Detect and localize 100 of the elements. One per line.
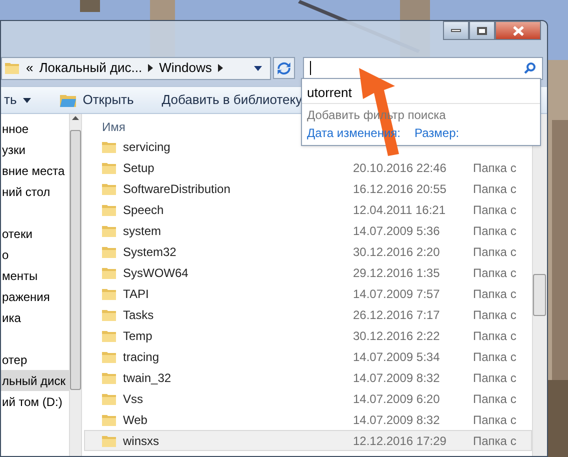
minimize-button[interactable] [443,21,469,40]
file-name[interactable]: SoftwareDistribution [123,182,230,196]
address-bar[interactable]: « Локальный дис... Windows [1,56,271,80]
file-row[interactable]: Tasks 26.12.2016 7:17 Папка с [84,304,532,325]
date-cell-text: 20.10.2016 22:46 [353,160,448,176]
date-cell-text: 12.12.2016 17:29 [353,432,448,450]
type-cell-text: Папка с [473,222,516,240]
file-row[interactable]: Speech 12.04.2011 16:21 Папка с [84,199,532,220]
date-cell-text: 12.04.2011 16:21 [353,202,447,218]
file-name[interactable]: Speech [123,202,164,216]
type-cell-text: Папка с [473,348,516,366]
file-name[interactable]: Web [123,412,148,426]
file-name[interactable]: servicing [123,140,170,154]
scroll-up-icon[interactable] [72,116,79,120]
sidebar-item[interactable]: ний стол [1,181,69,202]
date-cell-text: 14.07.2009 6:20 [353,390,441,408]
folder-icon [101,182,117,196]
file-row[interactable]: twain_32 14.07.2009 8:32 Папка с [84,367,532,388]
file-name[interactable]: System32 [123,244,176,258]
type-cell-text: Папка с [473,244,516,260]
scrollbar-thumb[interactable] [70,130,81,390]
sidebar-item[interactable]: льный диск [1,370,69,391]
sidebar-item[interactable]: ика [1,307,69,328]
date-cell-text: 14.07.2009 8:32 [353,412,441,428]
type-cell-text: Папка с [473,432,516,450]
file-name[interactable]: twain_32 [123,370,172,384]
scrollbar[interactable] [532,114,547,456]
sidebar-item[interactable]: узки [1,139,69,160]
date-cell-text: 14.07.2009 5:34 [353,348,441,366]
type-cell-text: Папка с [473,328,516,344]
folder-icon [101,308,117,322]
dropdown-icon[interactable] [254,66,262,70]
breadcrumb[interactable]: Локальный дис... [39,58,142,78]
dropdown-icon [22,98,31,102]
sidebar-item[interactable]: нное [1,118,69,139]
scrollbar[interactable] [69,114,82,456]
maximize-button[interactable] [469,21,495,40]
type-cell-text: Папка с [473,160,516,176]
file-row[interactable]: system 14.07.2009 5:36 Папка с [84,220,532,241]
file-name[interactable]: Vss [123,392,144,406]
close-button[interactable] [495,21,541,40]
file-name[interactable]: Setup [123,160,154,174]
folder-icon [101,160,117,174]
sidebar-item[interactable]: вние места [1,160,69,181]
file-row[interactable]: winsxs 12.12.2016 17:29 Папка с [84,430,532,451]
breadcrumb-overflow[interactable]: « [26,58,34,78]
file-row[interactable]: tracing 14.07.2009 5:34 Папка с [84,346,532,367]
folder-icon [101,392,117,406]
folder-icon [4,61,20,75]
date-cell-text: 29.12.2016 1:35 [353,264,441,282]
search-field[interactable] [303,56,543,80]
sidebar-item[interactable]: отер [1,349,69,370]
suggestion-item[interactable]: utorrent [307,83,352,101]
folder-icon [101,434,117,448]
folder-icon [101,266,117,280]
folder-icon [101,244,117,258]
type-cell-text: Папка с [473,370,516,386]
sidebar-item[interactable]: ражения [1,286,69,307]
type-cell-text: Папка с [473,390,516,408]
type-cell-text: Папка с [473,286,516,302]
folder-icon [101,328,117,342]
file-row[interactable]: System32 30.12.2016 2:20 Папка с [84,241,532,262]
column-header[interactable]: Имя [102,118,126,136]
close-icon [512,26,524,36]
type-cell-text: Папка с [473,264,516,282]
file-row[interactable]: SysWOW64 29.12.2016 1:35 Папка с [84,262,532,283]
file-row[interactable]: TAPI 14.07.2009 7:57 Папка с [84,283,532,304]
breadcrumb[interactable]: Windows [159,58,212,78]
type-cell-text: Папка с [473,306,516,324]
file-name[interactable]: tracing [123,350,160,364]
sidebar-item[interactable]: о [1,244,69,265]
sidebar-item[interactable]: ий том (D:) [1,391,69,412]
folder-icon [58,92,77,108]
file-name[interactable]: Tasks [123,308,154,322]
date-cell-text: 14.07.2009 7:57 [353,286,441,302]
toolbar-button[interactable]: ть [1,90,31,110]
date-cell-text: 14.07.2009 5:36 [353,222,441,240]
chevron-right-icon [148,64,154,72]
folder-icon [101,370,117,384]
file-row[interactable]: Vss 14.07.2009 6:20 Папка с [84,388,532,409]
refresh-icon[interactable] [273,57,295,79]
file-row[interactable]: Temp 30.12.2016 2:22 Папка с [84,325,532,346]
scrollbar-thumb[interactable] [533,274,546,316]
folder-icon [101,224,117,238]
filter-link[interactable]: Размер: [414,124,460,142]
file-name[interactable]: Temp [123,328,152,342]
file-name[interactable]: TAPI [123,286,149,300]
file-row[interactable]: SoftwareDistribution 16.12.2016 20:55 Папка с [84,178,532,199]
search-icon[interactable] [524,62,536,74]
file-row[interactable]: Setup 20.10.2016 22:46 Папка с [84,157,532,178]
file-name[interactable]: system [123,224,162,238]
sidebar-item[interactable]: менты [1,265,69,286]
sidebar-item[interactable]: отеки [1,223,69,244]
file-name[interactable]: winsxs [123,434,160,448]
file-name[interactable]: SysWOW64 [123,266,188,280]
file-row[interactable]: Web 14.07.2009 8:32 Папка с [84,409,532,430]
toolbar-button[interactable]: Открыть [58,90,134,110]
date-cell-text: 26.12.2016 7:17 [353,306,441,324]
type-cell-text: Папка с [473,412,516,428]
folder-icon [101,202,117,216]
